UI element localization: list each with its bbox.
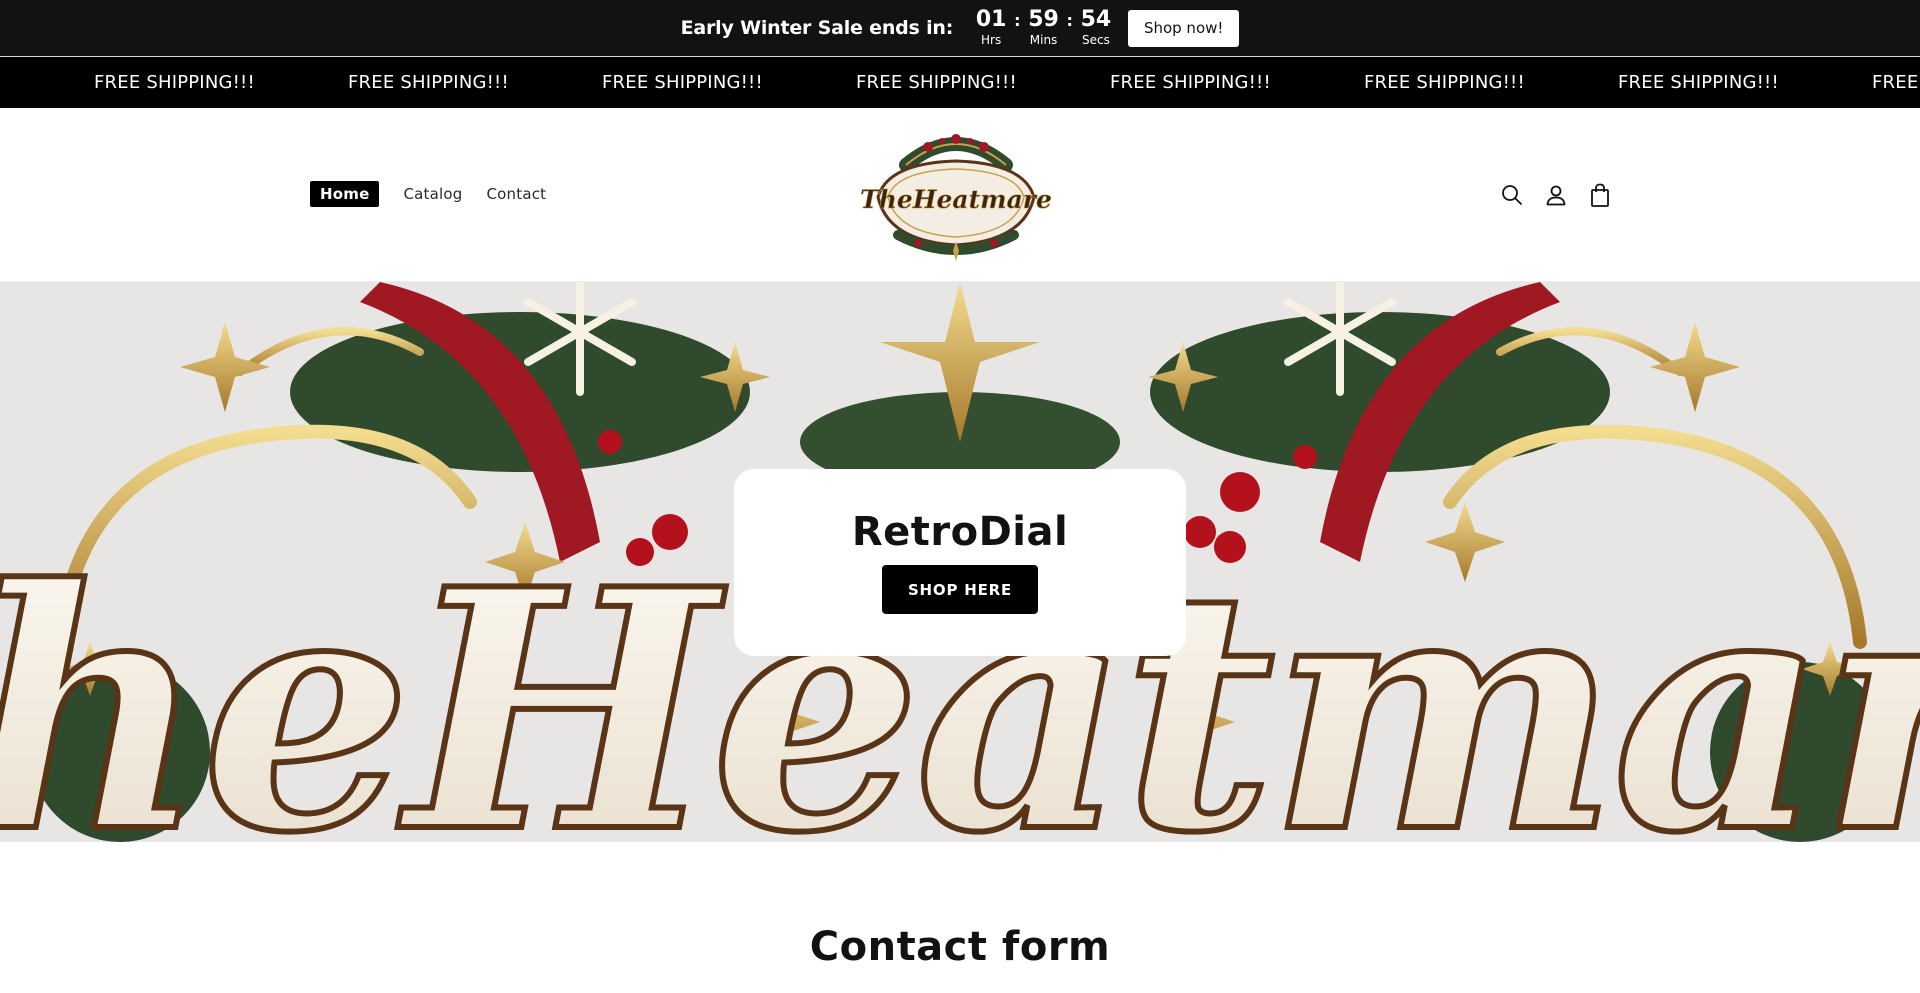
hero-title: RetroDial bbox=[851, 509, 1069, 555]
marquee-item: FREE SHIPPING!!! bbox=[348, 72, 509, 93]
site-logo[interactable]: TheHeatmare bbox=[858, 125, 1054, 265]
marquee-item: FREE SHIPPING!!! bbox=[1872, 72, 1920, 93]
main-nav: Home Catalog Contact bbox=[310, 181, 570, 207]
logo-wordmark: TheHeatmare bbox=[860, 185, 1052, 214]
sale-heading: Early Winter Sale ends in: bbox=[680, 17, 954, 39]
nav-contact[interactable]: Contact bbox=[486, 182, 546, 206]
countdown-minutes: 59 Mins bbox=[1026, 6, 1062, 48]
marquee-item: FREE SHIPPING!!! bbox=[856, 72, 1017, 93]
contact-form-title: Contact form bbox=[809, 924, 1111, 970]
minutes-value: 59 bbox=[1028, 6, 1059, 32]
minutes-label: Mins bbox=[1029, 32, 1058, 47]
marquee-track: FREE SHIPPING!!! FREE SHIPPING!!! FREE SHI… bbox=[94, 72, 1920, 93]
marquee-item: FREE SHIPPING!!! bbox=[602, 72, 763, 93]
free-shipping-marquee: FREE SHIPPING!!! FREE SHIPPING!!! FREE SHI… bbox=[0, 57, 1920, 108]
site-header: Home Catalog Contact TheHeatmare bbox=[0, 108, 1920, 282]
countdown-seconds: 54 Secs bbox=[1078, 6, 1114, 48]
countdown-separator: : bbox=[1014, 10, 1021, 30]
countdown-separator: : bbox=[1066, 10, 1073, 30]
cart-icon[interactable] bbox=[1586, 181, 1614, 209]
seconds-label: Secs bbox=[1082, 32, 1110, 47]
nav-catalog[interactable]: Catalog bbox=[403, 182, 462, 206]
marquee-item: FREE SHIPPING!!! bbox=[1110, 72, 1271, 93]
search-icon[interactable] bbox=[1498, 181, 1526, 209]
shop-here-button[interactable]: SHOP HERE bbox=[882, 565, 1038, 614]
hours-label: Hrs bbox=[981, 32, 1002, 47]
countdown-bar: Early Winter Sale ends in: 01 Hrs : 59 M… bbox=[0, 0, 1920, 57]
hero-banner: TheHeatmare RetroDial SHOP HERE bbox=[0, 282, 1920, 842]
hero-card: RetroDial SHOP HERE bbox=[734, 469, 1186, 656]
nav-home[interactable]: Home bbox=[310, 181, 380, 207]
shop-now-button[interactable]: Shop now! bbox=[1127, 9, 1240, 47]
account-icon[interactable] bbox=[1542, 181, 1570, 209]
marquee-item: FREE SHIPPING!!! bbox=[1364, 72, 1525, 93]
countdown-hours: 01 Hrs bbox=[973, 6, 1009, 48]
seconds-value: 54 bbox=[1080, 6, 1112, 32]
header-icons bbox=[1498, 181, 1630, 209]
marquee-item: FREE SHIPPING!!! bbox=[1618, 72, 1779, 93]
hours-value: 01 bbox=[975, 6, 1007, 32]
marquee-item: FREE SHIPPING!!! bbox=[94, 72, 255, 93]
